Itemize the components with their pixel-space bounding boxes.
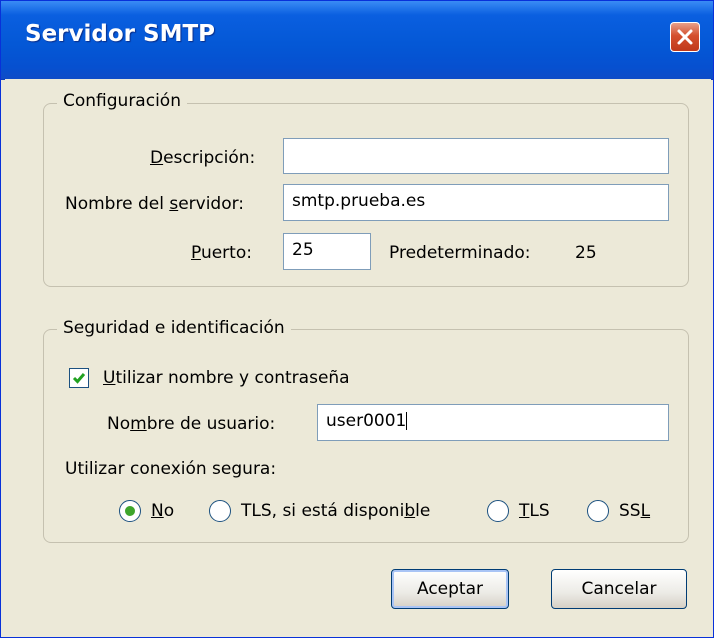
port-label: Puerto: [191, 243, 252, 263]
radio-tls-if-available-label-a: TLS, si está disponi [241, 501, 405, 521]
ok-button[interactable]: Aceptar [391, 569, 509, 609]
port-input[interactable]: 25 [283, 233, 371, 270]
radio-ssl-label-a: SS [619, 501, 641, 521]
dialog-body: Configuración Descripción: Nombre del se… [5, 79, 711, 635]
use-auth-checkbox[interactable] [69, 368, 89, 388]
username-input[interactable]: user0001 [317, 404, 669, 441]
server-name-label-accesskey: s [169, 194, 179, 214]
default-port-label: Predeterminado: [389, 243, 531, 263]
username-label: Nombre de usuario: [107, 414, 275, 434]
server-name-label: Nombre del servidor: [65, 194, 244, 214]
description-label-text-b: escripción: [163, 148, 256, 168]
port-label-accesskey: P [191, 243, 201, 263]
checkmark-icon [72, 373, 86, 384]
secure-connection-label: Utilizar conexión segura: [65, 459, 277, 479]
smtp-server-dialog: Servidor SMTP Configuración Descripción:… [0, 0, 714, 638]
radio-tls-if-available[interactable] [209, 500, 231, 522]
close-icon [677, 29, 693, 45]
configuration-group-label: Configuración [57, 91, 187, 111]
radio-ssl-accesskey: L [640, 501, 651, 521]
radio-no-label[interactable]: No [151, 501, 174, 521]
radio-no-label-b: o [163, 501, 175, 521]
radio-tls-if-available-label-b: le [415, 501, 431, 521]
radio-tls-accesskey: T [519, 501, 530, 521]
radio-tls-if-available-label[interactable]: TLS, si está disponible [241, 501, 430, 521]
username-label-text-b: bre de usuario: [146, 414, 276, 434]
close-button[interactable] [670, 22, 700, 52]
description-input[interactable] [283, 138, 669, 174]
radio-ssl[interactable] [587, 500, 609, 522]
description-label: Descripción: [150, 148, 255, 168]
radio-no[interactable] [119, 500, 141, 522]
username-label-text-a: No [107, 414, 131, 434]
use-auth-label-accesskey: U [103, 368, 116, 388]
description-label-accesskey: D [150, 148, 164, 168]
username-label-accesskey: m [130, 414, 147, 434]
radio-tls-if-available-accesskey: b [404, 501, 416, 521]
port-label-text-b: uerto: [200, 243, 252, 263]
text-cursor [406, 412, 408, 430]
cancel-button[interactable]: Cancelar [551, 569, 687, 609]
username-value: user0001 [326, 411, 407, 431]
default-port-value: 25 [575, 243, 597, 263]
radio-tls-label-b: LS [529, 501, 550, 521]
radio-ssl-label[interactable]: SSL [619, 501, 650, 521]
security-group-label: Seguridad e identificación [57, 318, 291, 338]
use-auth-label-text-b: tilizar nombre y contraseña [115, 368, 350, 388]
title-bar[interactable]: Servidor SMTP [1, 1, 713, 80]
radio-no-accesskey: N [151, 501, 164, 521]
server-name-label-text-a: Nombre del [65, 194, 170, 214]
server-name-input[interactable]: smtp.prueba.es [283, 184, 669, 221]
use-auth-label[interactable]: Utilizar nombre y contraseña [103, 368, 350, 388]
window-title: Servidor SMTP [25, 21, 215, 47]
radio-tls-label[interactable]: TLS [519, 501, 550, 521]
radio-tls[interactable] [487, 500, 509, 522]
radio-selected-dot [125, 506, 135, 516]
server-name-label-text-b: ervidor: [178, 194, 245, 214]
